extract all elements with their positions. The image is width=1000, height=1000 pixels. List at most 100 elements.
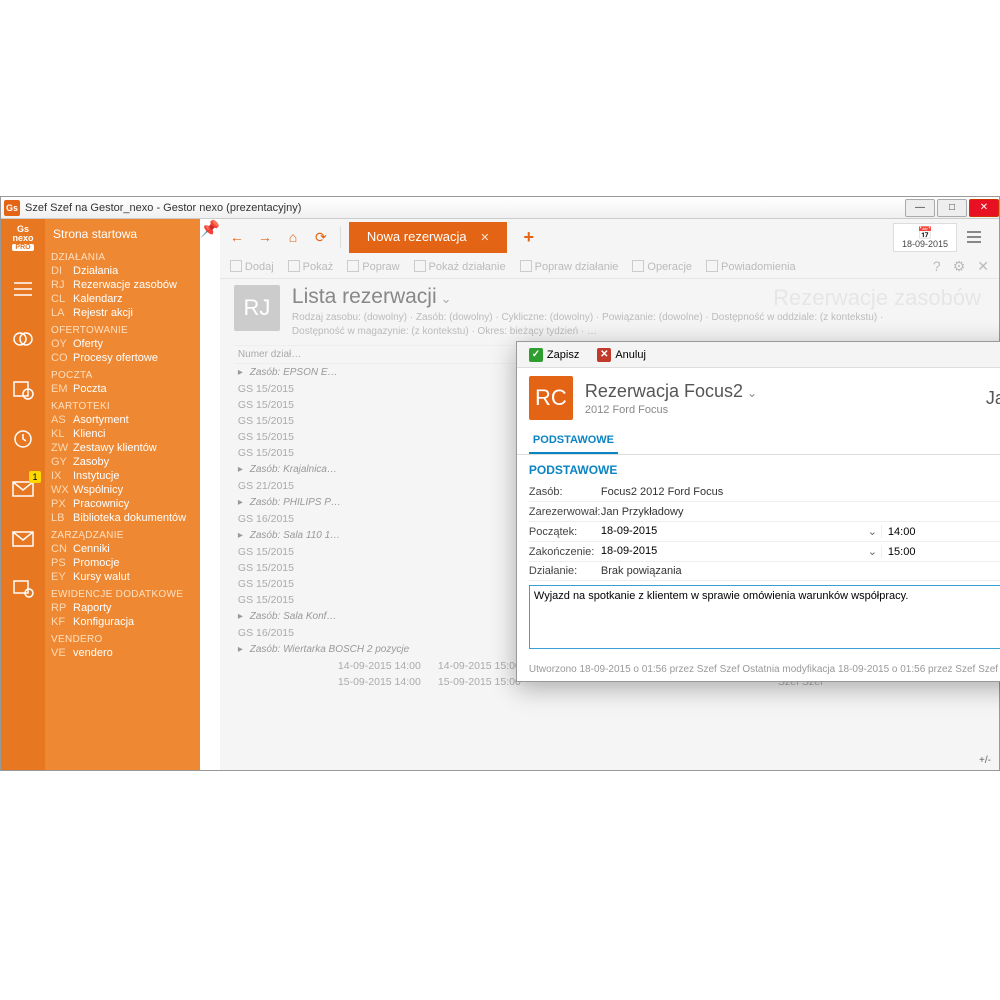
sidebar-item[interactable]: RPRaporty <box>51 601 192 615</box>
main-area: ← → ⌂ ⟳ Nowa rezerwacja ✕ + 📅 18-09-2015… <box>220 219 999 770</box>
date-widget[interactable]: 📅 18-09-2015 <box>893 223 957 252</box>
tab-close-icon[interactable]: ✕ <box>480 232 489 244</box>
view-watermark: Rezerwacje zasobów <box>773 285 981 311</box>
end-date-input[interactable]: 18-09-2015 <box>601 545 864 558</box>
tab-bar: ← → ⌂ ⟳ Nowa rezerwacja ✕ + 📅 18-09-2015 <box>220 219 999 255</box>
pin-icon[interactable]: 📌 <box>200 219 220 770</box>
sidebar-item[interactable]: KFKonfiguracja <box>51 615 192 629</box>
nav-forward-button[interactable]: → <box>254 226 276 248</box>
sidebar-item[interactable]: LBBiblioteka dokumentów <box>51 511 192 525</box>
dialog-tab-basic[interactable]: PODSTAWOWE <box>529 428 618 454</box>
product-logo: Gsnexo PRO <box>12 225 33 251</box>
start-date-input[interactable]: 18-09-2015 <box>601 525 864 538</box>
field-start: Początek: 18-09-2015⌄ 14:00⌄ <box>529 522 1000 542</box>
zoom-toggle[interactable]: +/- <box>979 755 991 766</box>
dialog-footer: Utworzono 18-09-2015 o 01:56 przez Szef … <box>517 658 1000 681</box>
app-icon: Gs <box>4 200 20 216</box>
dialog-user: Jan Przykładowy <box>986 388 1000 409</box>
sidebar-item[interactable]: CLKalendarz <box>51 292 192 306</box>
currency-icon[interactable] <box>7 323 39 355</box>
clock-icon[interactable] <box>7 423 39 455</box>
toolbar-action[interactable]: Pokaż <box>288 261 334 273</box>
certificate-icon[interactable] <box>7 573 39 605</box>
sidebar-group-header: EWIDENCJE DODATKOWE <box>51 588 192 601</box>
toolbar-action[interactable]: Popraw <box>347 261 399 273</box>
toolbar-action[interactable]: Pokaż działanie <box>414 261 506 273</box>
dialog-subtitle: 2012 Ford Focus <box>585 404 757 416</box>
field-action: Działanie: Brak powiązania ≡ <box>529 562 1000 581</box>
dropdown-icon[interactable]: ⌄ <box>864 545 881 558</box>
sidebar-item[interactable]: RJRezerwacje zasobów <box>51 278 192 292</box>
sidebar-item[interactable]: PSPromocje <box>51 556 192 570</box>
chevron-down-icon: ⌄ <box>441 291 452 306</box>
sidebar-item[interactable]: ZWZestawy klientów <box>51 441 192 455</box>
application-window: Gs Szef Szef na Gestor_nexo - Gestor nex… <box>0 196 1000 771</box>
section-heading: PODSTAWOWE <box>529 463 1000 477</box>
window-maximize-button[interactable]: □ <box>937 199 967 217</box>
window-close-button[interactable]: ✕ <box>969 199 999 217</box>
sidebar-group-header: OFERTOWANIE <box>51 324 192 337</box>
toolbar-action[interactable]: Powiadomienia <box>706 261 796 273</box>
dialog-toolbar: ✓Zapisz ✕Anuluj 🖶 ? ⚙ □ ✕ <box>517 342 1000 368</box>
dialog-avatar: RC <box>529 376 573 420</box>
sidebar-item[interactable]: KLKlienci <box>51 427 192 441</box>
toolbar-action[interactable]: Operacje <box>632 261 692 273</box>
sidebar-item[interactable]: CNCenniki <box>51 542 192 556</box>
sidebar-group-header: VENDERO <box>51 633 192 646</box>
sidebar-item[interactable]: COProcesy ofertowe <box>51 351 192 365</box>
overflow-menu-button[interactable] <box>967 227 987 247</box>
nav-refresh-button[interactable]: ⟳ <box>310 226 332 248</box>
sidebar-item[interactable]: DIDziałania <box>51 264 192 278</box>
save-button[interactable]: ✓Zapisz <box>523 346 585 364</box>
list-avatar: RJ <box>234 285 280 331</box>
sidebar-item[interactable]: IXInstytucje <box>51 469 192 483</box>
field-resource: Zasób: Focus2 2012 Ford Focus ≡ <box>529 483 1000 502</box>
field-reserved-by: Zarezerwował: Jan Przykładowy ⌄ <box>529 502 1000 522</box>
dropdown-icon[interactable]: ⌄ <box>864 525 881 538</box>
note-textarea[interactable] <box>529 585 1000 649</box>
end-time-input[interactable]: 15:00 <box>888 546 916 558</box>
side-rail: Gsnexo PRO <box>1 219 45 770</box>
sidebar-item[interactable]: LARejestr akcji <box>51 306 192 320</box>
sidebar-item[interactable]: VEvendero <box>51 646 192 660</box>
sidebar-start-page[interactable]: Strona startowa <box>51 223 192 247</box>
reservation-dialog: ✓Zapisz ✕Anuluj 🖶 ? ⚙ □ ✕ RC Rezerwacja … <box>516 341 1000 682</box>
sidebar-group-header: ZARZĄDZANIE <box>51 529 192 542</box>
sidebar-item[interactable]: GYZasoby <box>51 455 192 469</box>
toolbar-action[interactable]: Dodaj <box>230 261 274 273</box>
cancel-button[interactable]: ✕Anuluj <box>591 346 652 364</box>
calendar-clock-icon[interactable] <box>7 373 39 405</box>
action-value[interactable]: Brak powiązania <box>601 565 1000 577</box>
action-toolbar: Dodaj Pokaż Popraw Pokaż działanie Popraw dz… <box>220 255 999 279</box>
nav-back-button[interactable]: ← <box>226 226 248 248</box>
sidebar-item[interactable]: PXPracownicy <box>51 497 192 511</box>
calendar-icon: 📅 <box>902 227 948 239</box>
sidebar-group-header: KARTOTEKI <box>51 400 192 413</box>
start-time-input[interactable]: 14:00 <box>888 526 916 538</box>
sidebar-item[interactable]: EYKursy walut <box>51 570 192 584</box>
reserved-by-value[interactable]: Jan Przykładowy <box>601 506 1000 518</box>
settings-icon[interactable]: ⚙ <box>953 258 966 275</box>
nav-home-button[interactable]: ⌂ <box>282 226 304 248</box>
sidebar-item[interactable]: EMPoczta <box>51 382 192 396</box>
mail-new-icon[interactable] <box>7 473 39 505</box>
tab-label: Nowa rezerwacja <box>367 229 467 244</box>
dialog-title[interactable]: Rezerwacja Focus2⌄ <box>585 381 757 402</box>
sidebar-item[interactable]: ASAsortyment <box>51 413 192 427</box>
sidebar-item[interactable]: WXWspólnicy <box>51 483 192 497</box>
mail-icon[interactable] <box>7 523 39 555</box>
window-title: Szef Szef na Gestor_nexo - Gestor nexo (… <box>25 202 301 214</box>
panel-close-icon[interactable]: ✕ <box>977 258 989 275</box>
sidebar-item[interactable]: OYOferty <box>51 337 192 351</box>
toolbar-action[interactable]: Popraw działanie <box>520 261 619 273</box>
help-icon[interactable]: ? <box>933 258 941 275</box>
chevron-down-icon: ⌄ <box>747 386 757 400</box>
hamburger-icon[interactable] <box>7 273 39 305</box>
resource-value[interactable]: Focus2 2012 Ford Focus <box>601 486 1000 498</box>
tab-add-button[interactable]: + <box>523 227 534 248</box>
filter-summary[interactable]: Rodzaj zasobu: (dowolny) · Zasób: (dowol… <box>292 311 883 339</box>
window-minimize-button[interactable]: — <box>905 199 935 217</box>
tab-active[interactable]: Nowa rezerwacja ✕ <box>349 222 508 253</box>
sidebar-group-header: DZIAŁANIA <box>51 251 192 264</box>
field-end: Zakończenie: 18-09-2015⌄ 15:00⌄ <box>529 542 1000 562</box>
